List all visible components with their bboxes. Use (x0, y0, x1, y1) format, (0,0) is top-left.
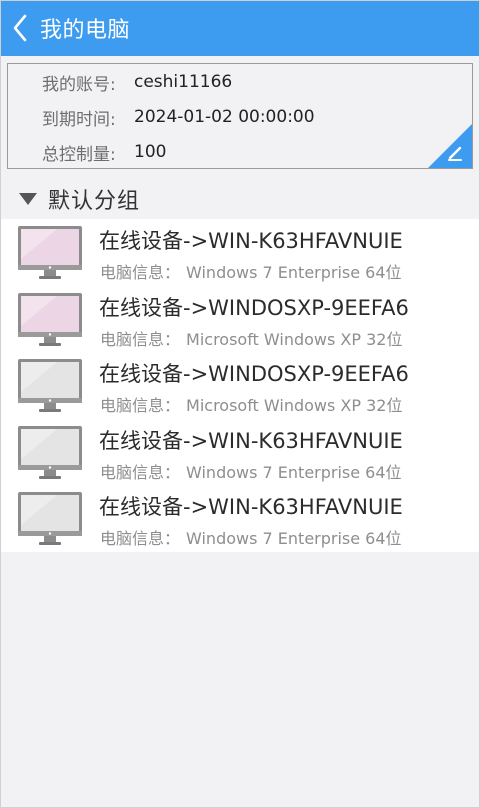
device-name: 在线设备->WIN-K63HFAVNUIE (99, 229, 403, 253)
pencil-icon (428, 124, 472, 168)
device-info-label: 电脑信息： (100, 329, 181, 349)
page-title: 我的电脑 (40, 18, 131, 43)
total-row: 总控制量: 100 (42, 137, 166, 167)
device-info: 电脑信息： Windows 7 Enterprise 64位 (100, 525, 402, 549)
total-label: 总控制量: (42, 144, 116, 165)
back-button[interactable] (0, 0, 40, 56)
device-info-value: Microsoft Windows XP 32位 (186, 329, 403, 349)
account-value: ceshi11166 (134, 72, 233, 92)
device-list: 在线设备->WIN-K63HFAVNUIE 电脑信息： Windows 7 Ent… (1, 219, 479, 552)
expire-row: 到期时间: 2024-01-02 00:00:00 (42, 102, 315, 132)
account-row: 我的账号: ceshi11166 (42, 67, 232, 97)
device-item[interactable]: 在线设备->WINDOSXP-9EEFA6 电脑信息： Microsoft Win… (1, 352, 479, 419)
device-item[interactable]: 在线设备->WINDOSXP-9EEFA6 电脑信息： Microsoft Win… (1, 286, 479, 353)
device-info: 电脑信息： Windows 7 Enterprise 64位 (100, 259, 402, 283)
monitor-icon (18, 226, 82, 279)
device-info: 电脑信息： Microsoft Windows XP 32位 (100, 326, 402, 350)
device-info-value: Windows 7 Enterprise 64位 (186, 263, 402, 282)
account-info-panel: 我的账号: ceshi11166 到期时间: 2024-01-02 00:00:… (7, 63, 473, 169)
monitor-icon (18, 359, 82, 412)
device-item[interactable]: 在线设备->WIN-K63HFAVNUIE 电脑信息： Windows 7 Ent… (1, 419, 479, 486)
device-info: 电脑信息： Windows 7 Enterprise 64位 (100, 459, 402, 483)
device-item[interactable]: 在线设备->WIN-K63HFAVNUIE 电脑信息： Windows 7 Ent… (1, 219, 479, 286)
top-bar: 我的电脑 (0, 0, 480, 56)
device-info-value: Windows 7 Enterprise 64位 (186, 462, 402, 482)
triangle-down-icon (19, 193, 37, 205)
chevron-left-icon (13, 14, 27, 42)
device-name: 在线设备->WINDOSXP-9EEFA6 (99, 295, 409, 320)
monitor-icon (18, 425, 82, 479)
expire-label: 到期时间: (42, 109, 116, 130)
monitor-icon (18, 292, 82, 346)
device-info-value: Microsoft Windows XP 32位 (186, 396, 403, 415)
device-name: 在线设备->WIN-K63HFAVNUIE (99, 495, 403, 519)
device-item[interactable]: 在线设备->WIN-K63HFAVNUIE 电脑信息： Windows 7 Ent… (1, 485, 479, 552)
device-info-label: 电脑信息： (100, 396, 181, 415)
group-header[interactable]: 默认分组 (18, 182, 140, 216)
total-value: 100 (134, 142, 167, 162)
device-name: 在线设备->WIN-K63HFAVNUIE (99, 428, 403, 453)
device-name: 在线设备->WINDOSXP-9EEFA6 (99, 362, 409, 386)
expire-value: 2024-01-02 00:00:00 (134, 107, 315, 127)
edit-button[interactable] (428, 124, 472, 168)
account-label: 我的账号: (42, 74, 116, 95)
device-info-label: 电脑信息： (100, 462, 181, 482)
device-info-label: 电脑信息： (100, 263, 181, 282)
device-info-value: Windows 7 Enterprise 64位 (186, 529, 402, 548)
device-info: 电脑信息： Microsoft Windows XP 32位 (100, 392, 402, 416)
monitor-icon (18, 492, 82, 545)
group-title: 默认分组 (48, 189, 141, 214)
device-info-label: 电脑信息： (100, 529, 181, 548)
